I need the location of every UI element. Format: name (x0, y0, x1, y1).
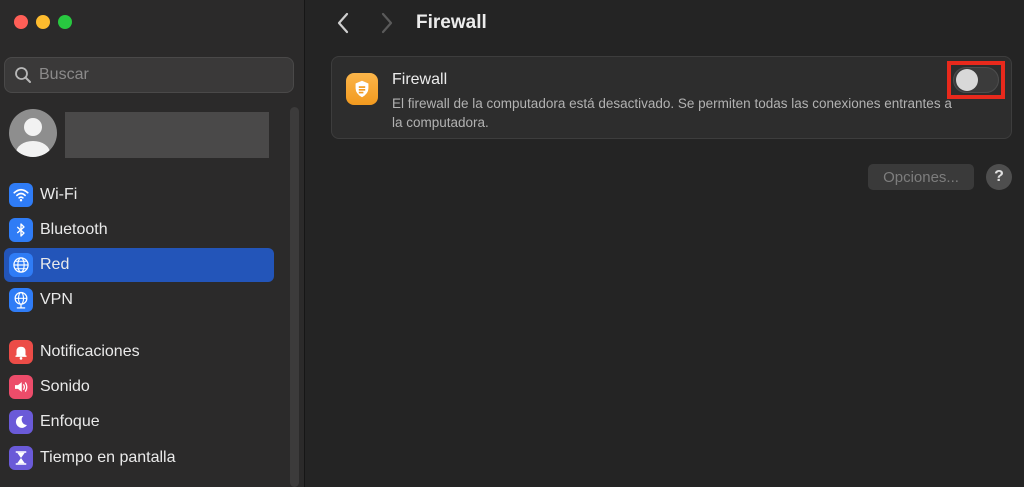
sidebar-item-sonido[interactable]: Sonido (4, 370, 274, 404)
moon-icon (9, 410, 33, 434)
sidebar-item-label: Tiempo en pantalla (40, 449, 176, 466)
zoom-window-button[interactable] (58, 15, 72, 29)
sidebar-scrollbar[interactable] (290, 107, 299, 487)
user-profile[interactable] (9, 109, 269, 158)
avatar (9, 109, 57, 157)
minimize-window-button[interactable] (36, 15, 50, 29)
wifi-icon (9, 183, 33, 207)
globe-icon (9, 253, 33, 277)
user-icon (16, 118, 50, 157)
sidebar-item-bluetooth[interactable]: Bluetooth (4, 213, 274, 247)
sidebar-item-vpn[interactable]: VPN (4, 283, 274, 317)
toggle-highlight-box (947, 61, 1005, 99)
sidebar-item-label: Enfoque (40, 413, 100, 430)
search-icon (15, 67, 31, 83)
sidebar-item-notificaciones[interactable]: Notificaciones (4, 335, 274, 369)
close-window-button[interactable] (14, 15, 28, 29)
sidebar-item-label: Sonido (40, 378, 90, 395)
sidebar-item-tiempo-en-pantalla[interactable]: Tiempo en pantalla (4, 441, 274, 475)
window-controls (14, 15, 72, 29)
sidebar-item-label: Wi-Fi (40, 186, 78, 203)
options-button[interactable]: Opciones... (868, 164, 974, 190)
help-button[interactable]: ? (986, 164, 1012, 190)
vpn-globe-icon (9, 288, 33, 312)
sidebar-item-label: Red (40, 256, 70, 273)
sidebar-item-label: Notificaciones (40, 343, 140, 360)
user-name-placeholder (65, 112, 269, 158)
page-title: Firewall (416, 12, 487, 33)
sidebar-item-red[interactable]: Red (4, 248, 274, 282)
forward-button[interactable] (376, 10, 398, 36)
bell-icon (9, 340, 33, 364)
firewall-description: El firewall de la computadora está desac… (392, 96, 952, 130)
firewall-card: Firewall El firewall de la computadora e… (331, 56, 1012, 139)
sidebar-item-wifi[interactable]: Wi-Fi (4, 178, 274, 212)
speaker-icon (9, 375, 33, 399)
search-input[interactable] (39, 66, 279, 84)
sidebar-item-enfoque[interactable]: Enfoque (4, 405, 274, 439)
sidebar: Wi-Fi Bluetooth Red (0, 0, 305, 487)
firewall-shield-icon (346, 73, 378, 105)
sidebar-item-label: Bluetooth (40, 221, 108, 238)
bluetooth-icon (9, 218, 33, 242)
hourglass-icon (9, 446, 33, 470)
firewall-toggle[interactable] (953, 67, 999, 93)
search-field[interactable] (4, 57, 294, 93)
back-button[interactable] (332, 10, 354, 36)
toggle-knob (956, 69, 978, 91)
main-panel: Firewall Firewall El firewall de la comp… (306, 0, 1024, 487)
firewall-title: Firewall (392, 71, 448, 88)
sidebar-item-label: VPN (40, 291, 73, 308)
